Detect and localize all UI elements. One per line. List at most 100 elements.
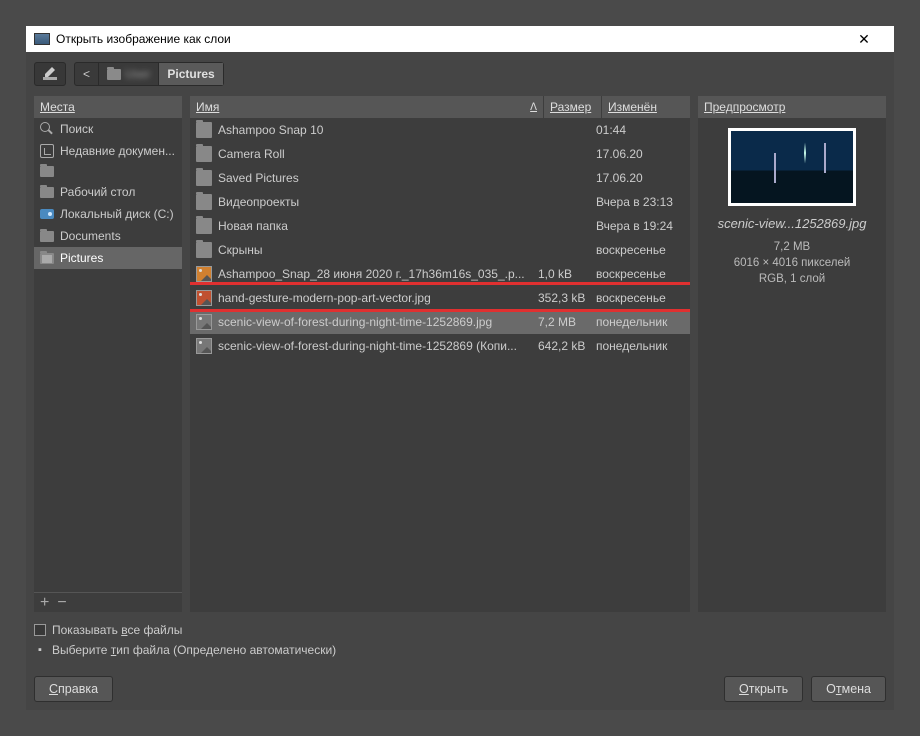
main-area: Места Поиск Недавние докумен... Рабочий … xyxy=(34,96,886,612)
sidebar-item-desktop[interactable]: Рабочий стол xyxy=(34,181,182,203)
file-size: 7,2 MB xyxy=(538,315,596,329)
file-name: scenic-view-of-forest-during-night-time-… xyxy=(218,339,538,353)
file-name: Camera Roll xyxy=(218,147,538,161)
disk-icon xyxy=(40,209,54,219)
open-image-dialog: Открыть изображение как слои ✕ < User Pi… xyxy=(26,26,894,710)
breadcrumb-user[interactable]: User xyxy=(99,63,159,85)
file-row[interactable]: Видеопроекты Вчера в 23:13 xyxy=(190,190,690,214)
sidebar-item-pictures[interactable]: Pictures xyxy=(34,247,182,269)
close-button[interactable]: ✕ xyxy=(842,26,886,52)
checkbox-icon[interactable] xyxy=(34,624,46,636)
app-icon xyxy=(34,33,50,45)
show-all-files-row[interactable]: Показывать все файлы xyxy=(34,620,886,640)
file-row[interactable]: Скрыны воскресенье xyxy=(190,238,690,262)
open-button[interactable]: Открыть xyxy=(724,676,803,702)
sidebar-item-search[interactable]: Поиск xyxy=(34,118,182,140)
col-modified[interactable]: Изменён xyxy=(602,96,690,118)
file-size: 1,0 kB xyxy=(538,267,596,281)
edit-path-button[interactable] xyxy=(34,62,66,86)
image-icon xyxy=(196,338,212,354)
file-row[interactable]: scenic-view-of-forest-during-night-time-… xyxy=(190,334,690,358)
file-name: Saved Pictures xyxy=(218,171,538,185)
expander-icon[interactable]: ▪ xyxy=(34,644,46,656)
file-modified: понедельник xyxy=(596,339,684,353)
file-name: scenic-view-of-forest-during-night-time-… xyxy=(218,315,538,329)
dialog-title: Открыть изображение как слои xyxy=(56,32,231,46)
file-row[interactable]: Saved Pictures 17.06.20 xyxy=(190,166,690,190)
file-row[interactable]: Новая папка Вчера в 19:24 xyxy=(190,214,690,238)
preview-thumbnail xyxy=(728,128,856,206)
titlebar: Открыть изображение как слои ✕ xyxy=(26,26,894,52)
file-modified: 17.06.20 xyxy=(596,171,684,185)
search-icon xyxy=(40,122,54,136)
col-name[interactable]: Имяᐱ xyxy=(190,96,544,118)
filetype-label: Выберите тип файла (Определено автоматич… xyxy=(52,643,336,657)
file-name: Видеопроекты xyxy=(218,195,538,209)
folder-icon xyxy=(196,122,212,138)
folder-icon xyxy=(196,218,212,234)
sidebar-item-recent[interactable]: Недавние докумен... xyxy=(34,140,182,162)
dialog-content: < User Pictures Места Поиск Недавние док… xyxy=(26,52,894,710)
file-size: 352,3 kB xyxy=(538,291,596,305)
file-modified: воскресенье xyxy=(596,243,684,257)
col-size[interactable]: Размер xyxy=(544,96,602,118)
file-list-panel: Имяᐱ Размер Изменён Ashampoo Snap 10 01:4… xyxy=(190,96,690,612)
folder-icon xyxy=(40,187,54,198)
file-row[interactable]: Camera Roll 17.06.20 xyxy=(190,142,690,166)
cancel-button[interactable]: Отмена xyxy=(811,676,886,702)
file-row[interactable]: hand-gesture-modern-pop-art-vector.jpg35… xyxy=(190,286,690,310)
file-modified: Вчера в 23:13 xyxy=(596,195,684,209)
file-modified: воскресенье xyxy=(596,267,684,281)
file-row[interactable]: scenic-view-of-forest-during-night-time-… xyxy=(190,310,690,334)
file-name: Ashampoo_Snap_28 июня 2020 г._17h36m16s_… xyxy=(218,267,538,281)
chevron-left-icon: < xyxy=(83,67,90,81)
filetype-row[interactable]: ▪ Выберите тип файла (Определено автомат… xyxy=(34,640,886,660)
folder-icon xyxy=(107,69,121,80)
file-size: 642,2 kB xyxy=(538,339,596,353)
help-button[interactable]: Справка xyxy=(34,676,113,702)
preview-filename: scenic-view...1252869.jpg xyxy=(698,216,886,231)
add-place-button[interactable]: + xyxy=(40,594,49,612)
places-footer: + − xyxy=(34,592,182,612)
preview-panel: Предпросмотр scenic-view...1252869.jpg 7… xyxy=(698,96,886,612)
file-row[interactable]: Ashampoo Snap 10 01:44 xyxy=(190,118,690,142)
breadcrumb-back[interactable]: < xyxy=(75,63,99,85)
folder-icon xyxy=(40,166,54,177)
folder-icon xyxy=(40,231,54,242)
folder-icon xyxy=(196,170,212,186)
file-name: Скрыны xyxy=(218,243,538,257)
folder-icon xyxy=(196,146,212,162)
recent-icon xyxy=(40,144,54,158)
breadcrumb-pictures[interactable]: Pictures xyxy=(159,63,222,85)
image-icon xyxy=(196,290,212,306)
sort-asc-icon: ᐱ xyxy=(530,102,537,113)
file-name: Новая папка xyxy=(218,219,538,233)
show-all-label: Показывать все файлы xyxy=(52,623,182,637)
file-modified: Вчера в 19:24 xyxy=(596,219,684,233)
file-name: Ashampoo Snap 10 xyxy=(218,123,538,137)
file-rows: Ashampoo Snap 10 01:44 Camera Roll 17.06.20… xyxy=(190,118,690,612)
file-row[interactable]: Ashampoo_Snap_28 июня 2020 г._17h36m16s_… xyxy=(190,262,690,286)
sidebar-item-c-drive[interactable]: Локальный диск (C:) xyxy=(34,203,182,225)
places-sidebar: Места Поиск Недавние докумен... Рабочий … xyxy=(34,96,182,612)
sidebar-item-documents[interactable]: Documents xyxy=(34,225,182,247)
folder-open-icon xyxy=(40,253,54,264)
options-area: Показывать все файлы ▪ Выберите тип файл… xyxy=(34,620,886,660)
remove-place-button[interactable]: − xyxy=(57,594,66,612)
breadcrumb: < User Pictures xyxy=(74,62,224,86)
image-icon xyxy=(196,266,212,282)
file-modified: 01:44 xyxy=(596,123,684,137)
buttons-row: Справка Открыть Отмена xyxy=(34,670,886,702)
folder-icon xyxy=(196,194,212,210)
file-modified: воскресенье xyxy=(596,291,684,305)
preview-header: Предпросмотр xyxy=(698,96,886,118)
file-name: hand-gesture-modern-pop-art-vector.jpg xyxy=(218,291,538,305)
file-modified: понедельник xyxy=(596,315,684,329)
preview-metadata: 7,2 MB 6016 × 4016 пикселей RGB, 1 слой xyxy=(698,239,886,287)
image-icon xyxy=(196,314,212,330)
sidebar-item-user[interactable] xyxy=(34,162,182,181)
places-header: Места xyxy=(34,96,182,118)
file-modified: 17.06.20 xyxy=(596,147,684,161)
path-row: < User Pictures xyxy=(34,60,886,88)
folder-icon xyxy=(196,242,212,258)
